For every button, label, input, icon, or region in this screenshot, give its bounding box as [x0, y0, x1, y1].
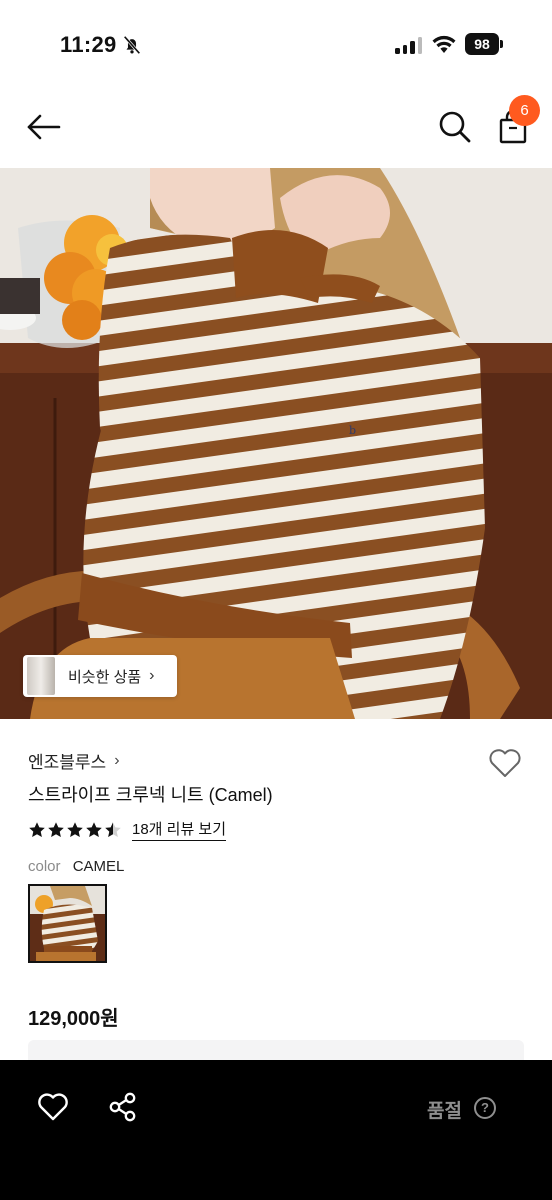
signal-icon: [395, 36, 423, 54]
star-rating: [28, 821, 122, 839]
similar-thumbnail: [27, 657, 55, 695]
similar-label: 비슷한 상품: [68, 668, 142, 686]
chevron-right-icon: ›: [149, 667, 155, 684]
product-title: 스트라이프 크루넥 니트 (Camel): [28, 785, 273, 805]
brand-name: 엔조블루스: [28, 753, 107, 772]
svg-text:b: b: [349, 424, 356, 437]
color-row: color CAMEL: [28, 858, 124, 875]
color-swatch-camel[interactable]: [28, 884, 107, 963]
status-bar: 11:29 98: [0, 0, 552, 88]
help-circle-icon[interactable]: ?: [474, 1097, 496, 1119]
star-icon: [86, 821, 102, 837]
price: 129,000원: [28, 1008, 119, 1030]
status-time: 11:29: [60, 32, 117, 57]
product-photo: b: [0, 168, 552, 719]
color-value: CAMEL: [72, 858, 125, 875]
chevron-right-icon: ›: [114, 751, 120, 769]
soldout-label: 품절: [427, 1101, 462, 1122]
battery-level: 98: [465, 33, 499, 55]
star-icon: [48, 821, 64, 837]
bell-off-icon: [123, 35, 141, 55]
heart-outline-icon[interactable]: [36, 1090, 70, 1124]
brand-link[interactable]: 엔조블루스 ›: [28, 748, 120, 773]
battery-icon: 98: [465, 33, 503, 55]
top-nav: [0, 88, 552, 168]
review-link[interactable]: 18개 리뷰 보기: [132, 818, 227, 841]
wifi-icon: [432, 35, 456, 53]
star-icon: [67, 821, 83, 837]
share-icon[interactable]: [106, 1090, 140, 1124]
search-icon[interactable]: [436, 108, 474, 146]
cart-count-badge: 6: [509, 95, 540, 126]
star-icon: [105, 821, 121, 837]
swatch-thumbnail: [30, 886, 105, 961]
color-label: color: [28, 858, 61, 875]
rating-row: 18개 리뷰 보기: [28, 818, 227, 841]
similar-products-button[interactable]: 비슷한 상품 ›: [23, 655, 177, 697]
back-arrow-icon[interactable]: [24, 110, 64, 144]
bottom-action-bar: 품절 ?: [0, 1060, 552, 1200]
product-image[interactable]: b: [0, 168, 552, 719]
star-icon: [29, 821, 45, 837]
wishlist-heart-icon[interactable]: [487, 746, 523, 780]
